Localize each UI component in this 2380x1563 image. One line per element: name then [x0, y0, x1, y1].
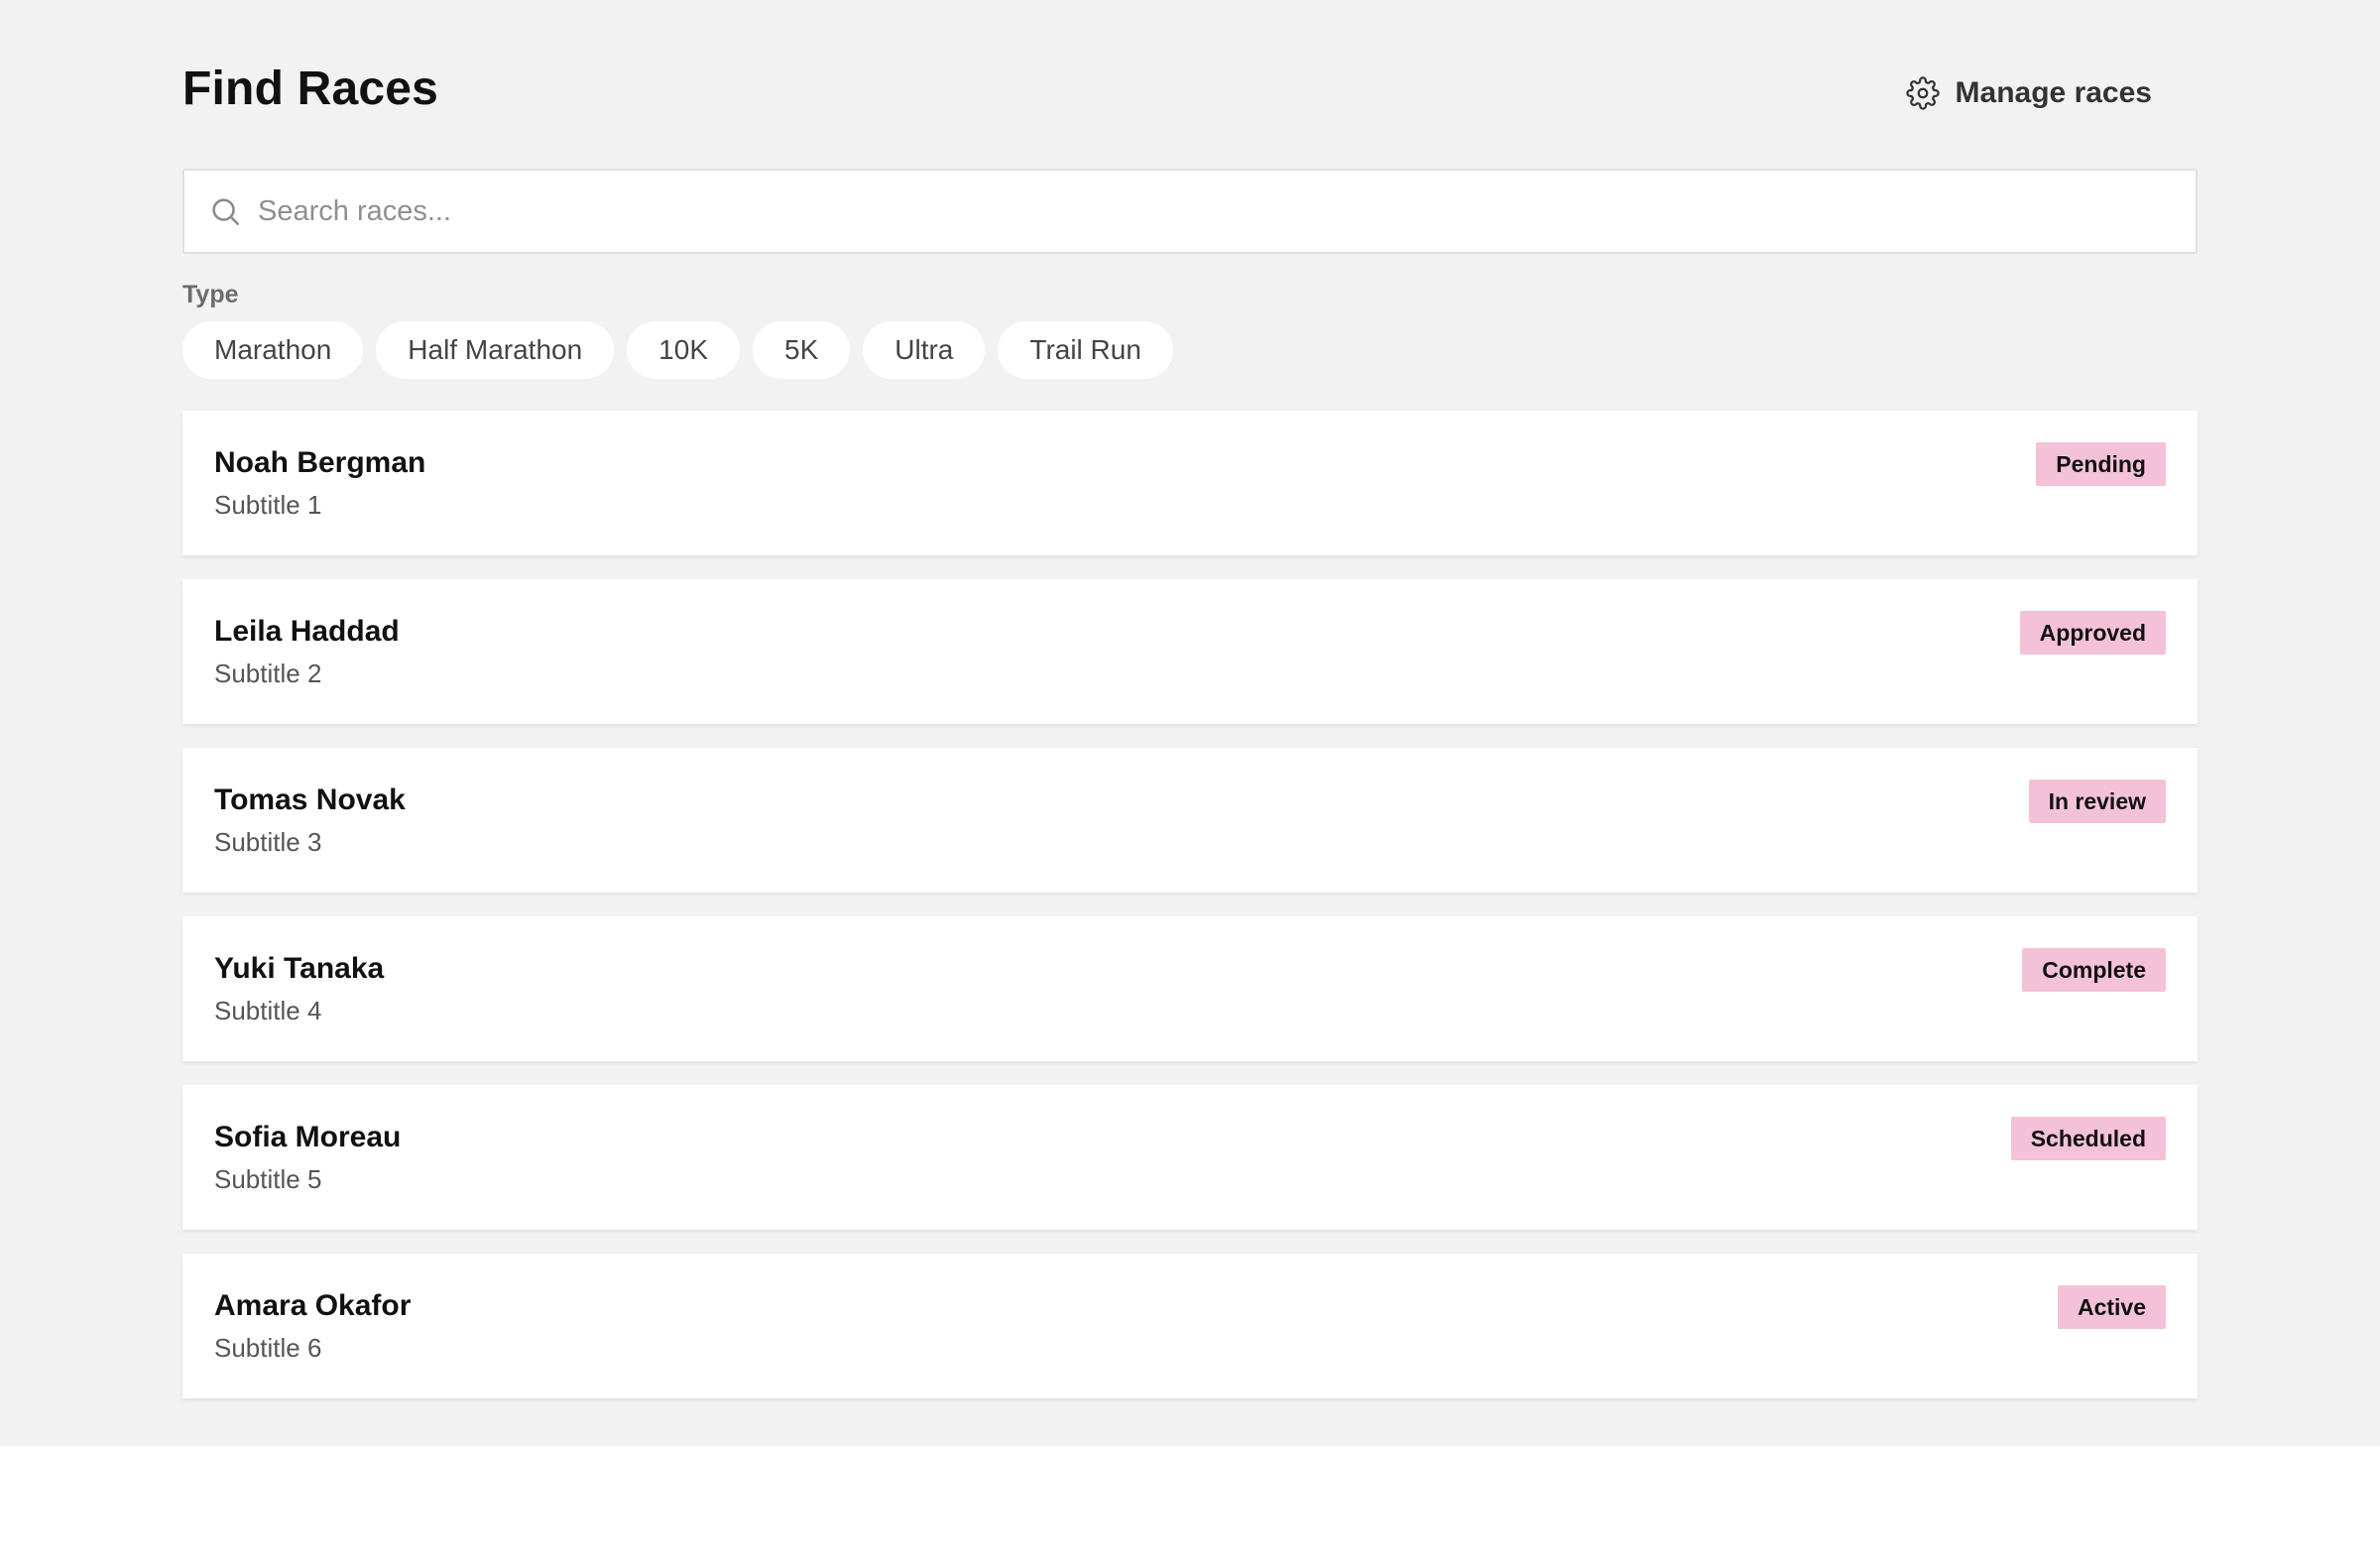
manage-races-button[interactable]: Manage races: [1905, 69, 2152, 117]
race-card-title: Tomas Novak: [214, 783, 406, 816]
filter-chip-ultra[interactable]: Ultra: [863, 321, 986, 379]
filter-chip-marathon[interactable]: Marathon: [182, 321, 364, 379]
status-badge: In review: [2028, 780, 2166, 823]
race-card[interactable]: Yuki Tanaka Subtitle 4 Complete: [182, 916, 2198, 1061]
race-card-subtitle: Subtitle 6: [214, 1333, 322, 1363]
race-card[interactable]: Sofia Moreau Subtitle 5 Scheduled: [182, 1085, 2198, 1230]
race-card-subtitle: Subtitle 2: [214, 659, 322, 688]
search-input[interactable]: [258, 171, 2172, 252]
race-card-subtitle: Subtitle 1: [214, 490, 322, 520]
filter-chip-trail-run[interactable]: Trail Run: [998, 321, 1173, 379]
status-badge: Pending: [2036, 442, 2166, 486]
race-card-subtitle: Subtitle 4: [214, 996, 322, 1025]
manage-races-label: Manage races: [1955, 76, 2152, 109]
race-card-title: Leila Haddad: [214, 615, 400, 648]
search-icon: [212, 198, 240, 226]
race-card[interactable]: Amara Okafor Subtitle 6 Active: [182, 1254, 2198, 1398]
race-card[interactable]: Noah Bergman Subtitle 1 Pending: [182, 411, 2198, 555]
race-card-title: Noah Bergman: [214, 446, 426, 479]
filter-chip-5k[interactable]: 5K: [753, 321, 851, 379]
status-badge: Scheduled: [2010, 1117, 2166, 1160]
page-title: Find Races: [182, 62, 439, 115]
filter-chip-10k[interactable]: 10K: [627, 321, 740, 379]
race-card-title: Sofia Moreau: [214, 1121, 402, 1153]
race-card-title: Amara Okafor: [214, 1289, 412, 1322]
search-box: [182, 169, 2198, 254]
filter-chips: Marathon Half Marathon 10K 5K Ultra Trai…: [182, 321, 1173, 379]
filter-chip-half-marathon[interactable]: Half Marathon: [376, 321, 615, 379]
filter-type-label: Type: [182, 281, 239, 308]
race-card[interactable]: Leila Haddad Subtitle 2 Approved: [182, 579, 2198, 724]
status-badge: Complete: [2022, 948, 2166, 992]
race-card-subtitle: Subtitle 3: [214, 827, 322, 857]
race-card[interactable]: Tomas Novak Subtitle 3 In review: [182, 748, 2198, 893]
race-list: Noah Bergman Subtitle 1 Pending Leila Ha…: [182, 411, 2198, 1422]
race-card-title: Yuki Tanaka: [214, 952, 385, 985]
status-badge: Active: [2057, 1285, 2166, 1329]
page-header: Find Races Manage races: [182, 60, 2198, 127]
race-card-subtitle: Subtitle 5: [214, 1164, 322, 1194]
status-badge: Approved: [2019, 611, 2166, 655]
gear-icon: [1905, 76, 1940, 110]
